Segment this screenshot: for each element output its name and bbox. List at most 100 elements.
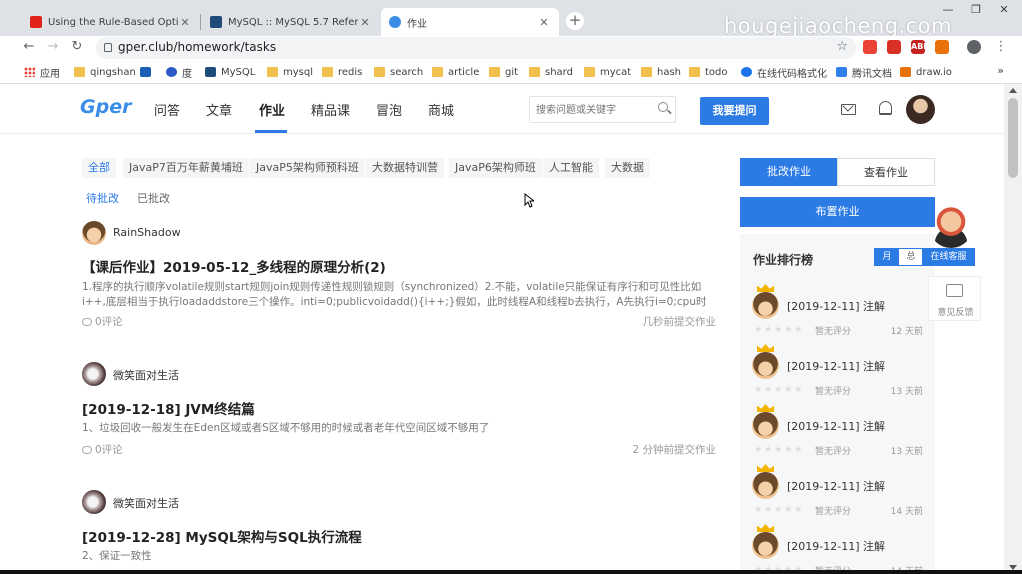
new-tab-button[interactable]: +	[566, 12, 584, 30]
feedback-label: 意见反馈	[937, 308, 974, 318]
bookmark-todo[interactable]: todo	[689, 65, 728, 79]
search-icon[interactable]	[658, 102, 668, 112]
avatar[interactable]	[82, 362, 106, 386]
bookmark-hash[interactable]: hash	[641, 65, 681, 79]
post-comments[interactable]: 0评论	[82, 442, 123, 457]
assign-homework-button[interactable]: 布置作业	[740, 197, 935, 227]
ranking-item[interactable]: [2019-12-11] 注解 ★★★★★ 暂无评分 14 天前	[740, 522, 935, 574]
post-title[interactable]: [2019-12-18] JVM终结篇	[82, 398, 255, 418]
close-icon[interactable]: ✕	[358, 16, 372, 29]
bookmark-qingshan[interactable]: qingshan	[74, 65, 136, 79]
ask-question-button[interactable]: 我要提问	[700, 97, 769, 125]
bookmark-star-icon[interactable]: ☆	[836, 39, 848, 54]
ranking-total-button[interactable]: 总	[899, 249, 923, 265]
post-item[interactable]: 微笑面对生活 [2019-12-28] MySQL架构与SQL执行流程 2、保证…	[82, 490, 718, 574]
browser-tab-homework[interactable]: 作业 ✕	[381, 8, 559, 36]
close-icon[interactable]: ✕	[537, 16, 551, 29]
filter-java-p7[interactable]: JavaP7百万年薪黄埔班	[123, 158, 249, 178]
nav-articles[interactable]: 文章	[206, 100, 232, 119]
reload-icon[interactable]: ↻	[68, 38, 86, 56]
post-comments[interactable]: 0评论	[82, 314, 123, 329]
bookmark-code-format[interactable]: 在线代码格式化	[741, 65, 827, 80]
extension-icon[interactable]	[887, 40, 901, 54]
bookmarks-overflow-icon[interactable]: »	[997, 64, 1004, 77]
bookmark-tencent-docs[interactable]: 腾讯文档	[836, 65, 892, 80]
tab-view-homework[interactable]: 查看作业	[837, 158, 935, 186]
bookmark-redis[interactable]: redis	[322, 65, 362, 79]
bookmark-mycat[interactable]: mycat	[584, 65, 631, 79]
menu-icon[interactable]: ⋮	[992, 38, 1010, 56]
post-title[interactable]: 【课后作业】2019-05-12_多线程的原理分析(2)	[82, 256, 386, 276]
filter-all[interactable]: 全部	[82, 158, 116, 178]
ranking-item-title[interactable]: [2019-12-11] 注解	[787, 418, 885, 434]
ranking-item[interactable]: [2019-12-11] 注解 ★★★★★ 暂无评分 13 天前	[740, 402, 935, 460]
profile-icon[interactable]	[967, 40, 981, 54]
filter-bigdata[interactable]: 大数据	[605, 158, 650, 178]
ranking-item[interactable]: [2019-12-11] 注解 ★★★★★ 暂无评分 12 天前	[740, 282, 935, 340]
bookmark-shard[interactable]: shard	[529, 65, 573, 79]
bookmark-apps[interactable]: 应用	[24, 65, 60, 80]
filter-ai[interactable]: 人工智能	[543, 158, 599, 178]
feedback-widget[interactable]: 意见反馈	[928, 276, 981, 321]
ranking-item-title[interactable]: [2019-12-11] 注解	[787, 358, 885, 374]
browser-tab-mysql[interactable]: MySQL :: MySQL 5.7 Reference ✕	[202, 8, 380, 36]
back-arrow-icon[interactable]: ←	[20, 38, 38, 56]
bookmark-article[interactable]: article	[432, 65, 479, 79]
avatar[interactable]	[906, 95, 935, 124]
ranking-item-title[interactable]: [2019-12-11] 注解	[787, 478, 885, 494]
minimize-icon[interactable]: —	[934, 0, 962, 22]
bookmark-git[interactable]: git	[489, 65, 518, 79]
bookmark-label: 应用	[40, 68, 60, 80]
post-title[interactable]: [2019-12-28] MySQL架构与SQL执行流程	[82, 526, 362, 546]
extension-icon[interactable]	[863, 40, 877, 54]
adblock-icon[interactable]: ABP	[911, 40, 929, 54]
nav-active-indicator	[255, 130, 287, 133]
forward-arrow-icon[interactable]: →	[44, 38, 62, 56]
bookmark-mysql[interactable]: mysql	[267, 65, 313, 79]
filter-bigdata-camp[interactable]: 大数据特训营	[366, 158, 444, 178]
browser-tab-oracle[interactable]: Using the Rule-Based Optimiz ✕	[22, 8, 200, 36]
search-input[interactable]	[536, 102, 654, 118]
online-service-label[interactable]: 在线客服	[922, 248, 975, 266]
post-author[interactable]: RainShadow	[113, 226, 181, 239]
ranking-item-title[interactable]: [2019-12-11] 注解	[787, 538, 885, 554]
subtab-reviewed[interactable]: 已批改	[137, 190, 170, 206]
extension-icon[interactable]	[935, 40, 949, 54]
filter-java-p5[interactable]: JavaP5架构师预科班	[250, 158, 365, 178]
ranking-item-title[interactable]: [2019-12-11] 注解	[787, 298, 885, 314]
tab-review-homework[interactable]: 批改作业	[740, 158, 838, 186]
nav-courses[interactable]: 精品课	[311, 100, 350, 119]
avatar[interactable]	[82, 221, 106, 245]
ranking-item[interactable]: [2019-12-11] 注解 ★★★★★ 暂无评分 13 天前	[740, 342, 935, 400]
close-icon[interactable]: ✕	[178, 16, 192, 29]
maximize-icon[interactable]: ❐	[962, 0, 990, 22]
bookmark-drawio[interactable]: draw.io	[900, 65, 952, 79]
page-scrollbar[interactable]	[1004, 84, 1022, 574]
site-search[interactable]	[529, 96, 676, 123]
online-service-widget[interactable]: 在线客服	[922, 204, 981, 267]
subtab-pending[interactable]: 待批改	[86, 190, 119, 206]
address-bar[interactable]: gper.club/homework/tasks ☆	[96, 37, 856, 59]
nav-homework[interactable]: 作业	[259, 100, 285, 119]
bell-icon[interactable]	[879, 101, 892, 115]
bookmark-baidu[interactable]: 度	[166, 65, 192, 80]
bookmark-search[interactable]: search	[374, 65, 423, 79]
scrollbar-thumb[interactable]	[1008, 98, 1018, 178]
mail-icon[interactable]	[841, 104, 856, 115]
nav-store[interactable]: 商城	[428, 100, 454, 119]
site-logo[interactable]: Gper	[80, 96, 131, 118]
bookmark-mysql-site[interactable]: MySQL	[205, 65, 255, 79]
nav-qa[interactable]: 问答	[154, 100, 180, 119]
bookmark-on[interactable]	[140, 65, 156, 79]
post-author[interactable]: 微笑面对生活	[113, 367, 179, 383]
scroll-up-icon[interactable]	[1009, 88, 1017, 93]
filter-java-p6[interactable]: JavaP6架构师班	[449, 158, 542, 178]
avatar[interactable]	[82, 490, 106, 514]
ranking-month-button[interactable]: 月	[875, 249, 899, 265]
window-close-icon[interactable]: ✕	[990, 0, 1018, 22]
post-item[interactable]: RainShadow 【课后作业】2019-05-12_多线程的原理分析(2) …	[82, 221, 718, 331]
post-item[interactable]: 微笑面对生活 [2019-12-18] JVM终结篇 1、垃圾回收一般发生在Ed…	[82, 362, 718, 462]
post-author[interactable]: 微笑面对生活	[113, 495, 179, 511]
ranking-item[interactable]: [2019-12-11] 注解 ★★★★★ 暂无评分 14 天前	[740, 462, 935, 520]
nav-bubble[interactable]: 冒泡	[376, 100, 402, 119]
